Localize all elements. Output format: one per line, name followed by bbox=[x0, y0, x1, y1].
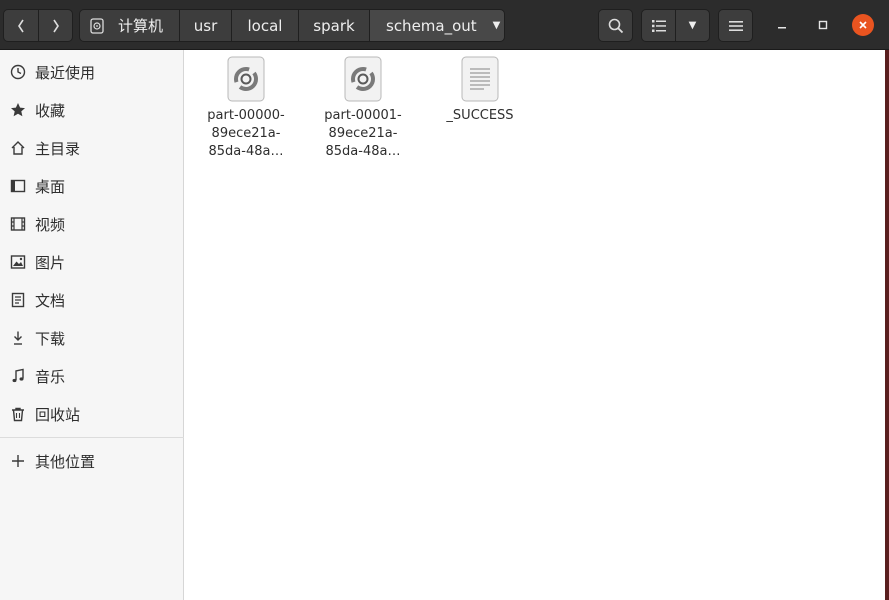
search-button[interactable] bbox=[598, 9, 633, 42]
file-name: part-00000- 89ece21a- 85da-48a… bbox=[196, 107, 296, 161]
file-name: part-00001- 89ece21a- 85da-48a… bbox=[313, 107, 413, 161]
list-view-button[interactable] bbox=[641, 9, 676, 42]
parquet-file-icon bbox=[227, 56, 265, 102]
plus-icon bbox=[9, 454, 27, 468]
breadcrumb-schema-out[interactable]: schema_out ▼ bbox=[369, 9, 505, 42]
breadcrumb-local[interactable]: local bbox=[231, 9, 299, 42]
home-icon bbox=[9, 140, 27, 156]
sidebar-item-other-locations[interactable]: 其他位置 bbox=[0, 442, 184, 480]
breadcrumb-label: local bbox=[247, 16, 283, 35]
sidebar-item-starred[interactable]: 收藏 bbox=[0, 91, 184, 129]
download-icon bbox=[9, 330, 27, 346]
video-icon bbox=[9, 216, 27, 232]
sidebar-item-label: 视频 bbox=[35, 215, 66, 234]
list-view-icon bbox=[651, 19, 666, 32]
sidebar-item-documents[interactable]: 文档 bbox=[0, 281, 184, 319]
sidebar-item-label: 文档 bbox=[35, 291, 66, 310]
sidebar-item-music[interactable]: 音乐 bbox=[0, 357, 184, 395]
breadcrumb-label: usr bbox=[193, 16, 218, 35]
sidebar-item-label: 音乐 bbox=[35, 367, 66, 386]
file-name: _SUCCESS bbox=[430, 107, 530, 125]
file-item[interactable]: part-00000- 89ece21a- 85da-48a… bbox=[196, 56, 296, 161]
sidebar-item-trash[interactable]: 回收站 bbox=[0, 395, 184, 433]
breadcrumb-label: schema_out bbox=[386, 16, 477, 35]
desktop-icon bbox=[9, 178, 27, 194]
sidebar-item-videos[interactable]: 视频 bbox=[0, 205, 184, 243]
chevron-down-icon: ▼ bbox=[688, 20, 697, 31]
sidebar-item-home[interactable]: 主目录 bbox=[0, 129, 184, 167]
sidebar-item-pictures[interactable]: 图片 bbox=[0, 243, 184, 281]
chevron-left-icon bbox=[18, 19, 24, 32]
forward-button[interactable] bbox=[38, 9, 73, 42]
sidebar-divider bbox=[0, 437, 184, 438]
file-item[interactable]: part-00001- 89ece21a- 85da-48a… bbox=[313, 56, 413, 161]
breadcrumb-computer[interactable]: 计算机 bbox=[79, 9, 180, 42]
music-icon bbox=[9, 368, 27, 384]
sidebar-item-label: 回收站 bbox=[35, 405, 81, 424]
sidebar-item-label: 下载 bbox=[35, 329, 66, 348]
minimize-icon bbox=[778, 27, 786, 29]
chevron-down-icon: ▼ bbox=[492, 20, 501, 31]
file-name-line: _SUCCESS bbox=[446, 108, 514, 123]
sidebar: 最近使用 收藏 主目录 桌面 视频 图片 文档 下载 音乐 回收站 其他位置 bbox=[0, 50, 184, 600]
text-file-icon bbox=[461, 56, 499, 102]
header-bar: 计算机 usr local spark schema_out ▼ ▼ bbox=[0, 0, 889, 50]
close-icon bbox=[859, 21, 867, 29]
breadcrumb-label: 计算机 bbox=[118, 17, 164, 35]
menu-button[interactable] bbox=[718, 9, 753, 42]
sidebar-item-label: 主目录 bbox=[35, 139, 81, 158]
breadcrumb-spark[interactable]: spark bbox=[298, 9, 370, 42]
file-name-line: 89ece21a- bbox=[211, 126, 281, 141]
view-options-button[interactable]: ▼ bbox=[675, 9, 710, 42]
desktop-background-edge bbox=[885, 50, 889, 600]
search-icon bbox=[608, 18, 623, 33]
picture-icon bbox=[9, 254, 27, 270]
drive-icon bbox=[90, 17, 104, 34]
maximize-icon bbox=[818, 20, 828, 30]
maximize-button[interactable] bbox=[812, 14, 834, 36]
document-icon bbox=[9, 292, 27, 308]
clock-icon bbox=[9, 64, 27, 80]
file-name-line: 89ece21a- bbox=[328, 126, 398, 141]
file-name-line: part-00001- bbox=[324, 108, 402, 123]
sidebar-item-recent[interactable]: 最近使用 bbox=[0, 53, 184, 91]
hamburger-menu-icon bbox=[728, 20, 743, 31]
breadcrumb-usr[interactable]: usr bbox=[179, 9, 232, 42]
sidebar-item-label: 图片 bbox=[35, 253, 66, 272]
file-name-line: 85da-48a… bbox=[208, 144, 284, 159]
file-view[interactable]: part-00000- 89ece21a- 85da-48a… part-000… bbox=[185, 50, 885, 600]
breadcrumb-label: spark bbox=[313, 16, 355, 35]
chevron-right-icon bbox=[52, 19, 59, 32]
parquet-file-icon bbox=[344, 56, 382, 102]
sidebar-item-desktop[interactable]: 桌面 bbox=[0, 167, 184, 205]
file-name-line: part-00000- bbox=[207, 108, 285, 123]
minimize-button[interactable] bbox=[771, 14, 793, 36]
star-icon bbox=[9, 102, 27, 118]
file-name-line: 85da-48a… bbox=[325, 144, 401, 159]
sidebar-item-label: 最近使用 bbox=[35, 63, 96, 82]
back-button[interactable] bbox=[3, 9, 39, 42]
close-button[interactable] bbox=[852, 14, 874, 36]
file-item[interactable]: _SUCCESS bbox=[430, 56, 530, 125]
trash-icon bbox=[9, 406, 27, 422]
sidebar-item-downloads[interactable]: 下载 bbox=[0, 319, 184, 357]
sidebar-item-label: 收藏 bbox=[35, 101, 66, 120]
sidebar-item-label: 其他位置 bbox=[35, 452, 96, 471]
sidebar-item-label: 桌面 bbox=[35, 177, 66, 196]
